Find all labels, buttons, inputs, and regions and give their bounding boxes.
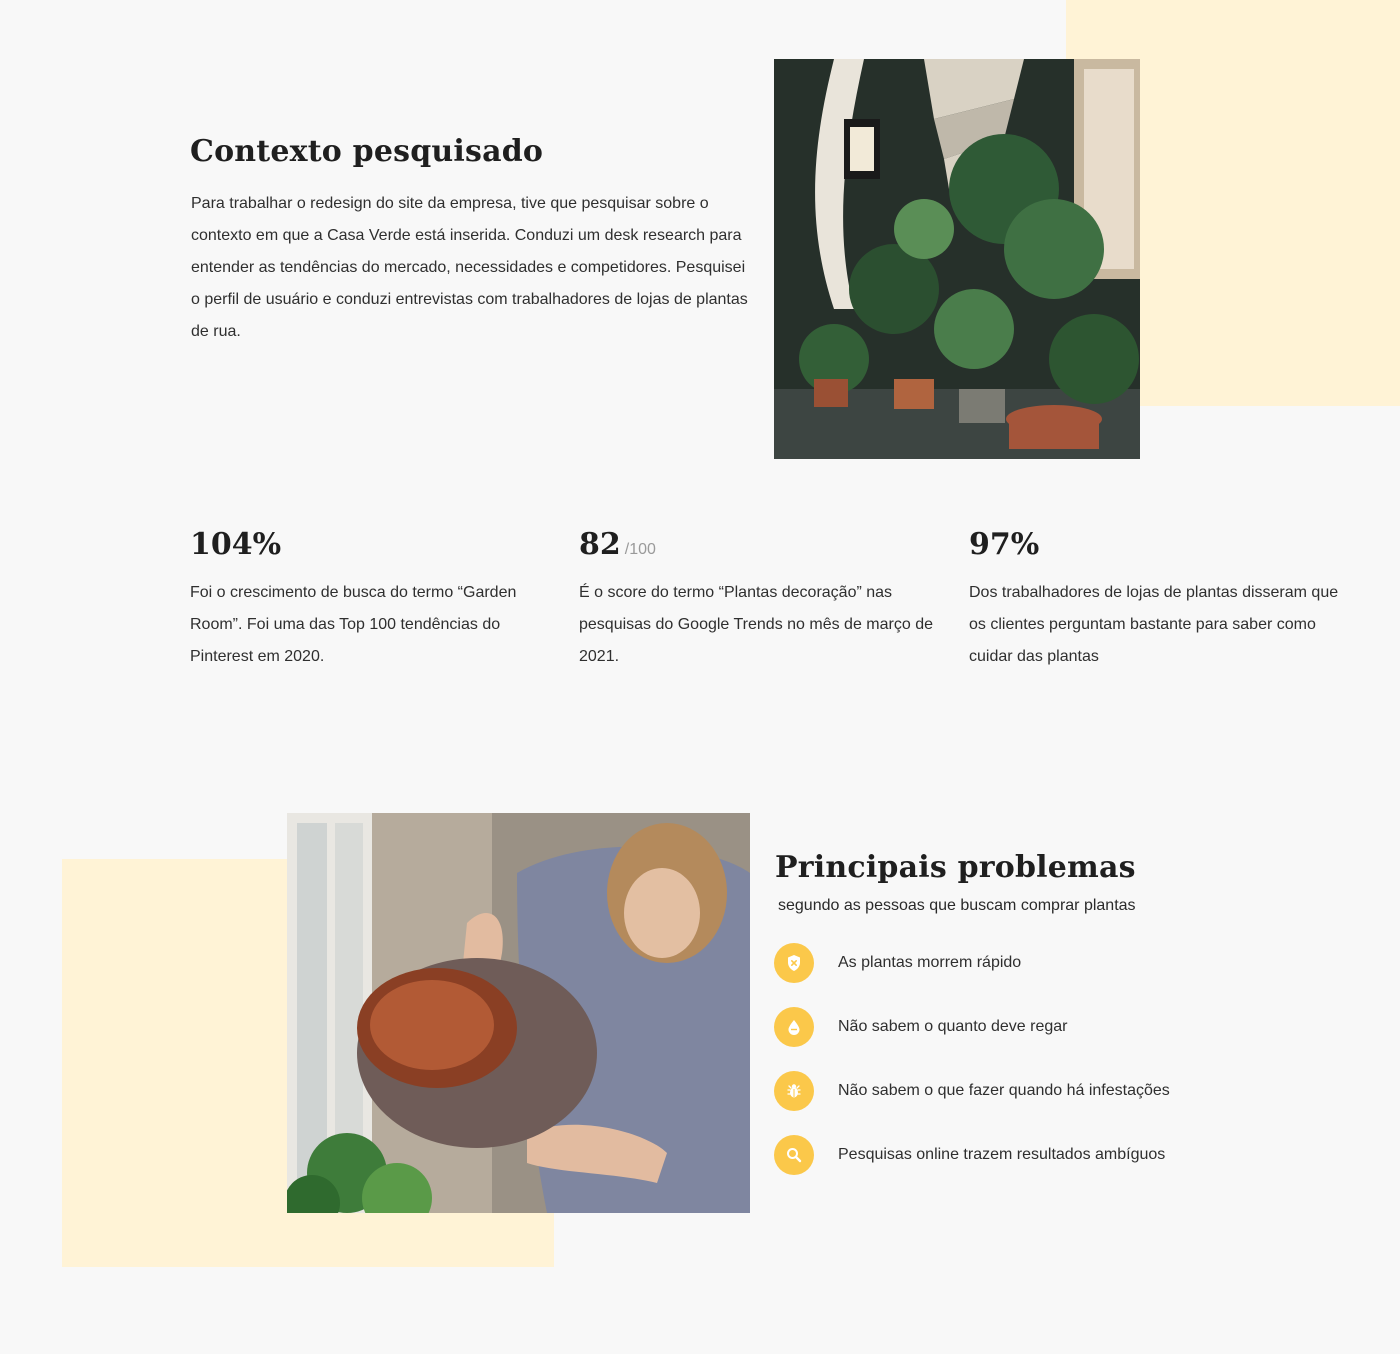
stat-value: 104% (190, 527, 560, 567)
list-item: Pesquisas online trazem resultados ambíg… (774, 1135, 1170, 1175)
bug-icon (774, 1071, 814, 1111)
stat-value: 82 /100 (579, 527, 949, 567)
plant-shop-photo (774, 59, 1140, 459)
problem-label: Não sabem o quanto deve regar (838, 1018, 1068, 1035)
problem-label: Não sabem o que fazer quando há infestaç… (838, 1082, 1170, 1099)
stat-description: Foi o crescimento de busca do termo “Gar… (190, 584, 517, 665)
problems-title: Principais problemas (775, 850, 1136, 885)
list-item: Não sabem o que fazer quando há infestaç… (774, 1071, 1170, 1111)
problem-label: As plantas morrem rápido (838, 954, 1022, 971)
stat-number: 82 (579, 527, 621, 562)
stat-suffix: /100 (624, 541, 656, 558)
stat-description: Dos trabalhadores de lojas de plantas di… (969, 584, 1339, 665)
problems-subtitle: segundo as pessoas que buscam comprar pl… (778, 897, 1136, 914)
watering-plant-photo (287, 813, 750, 1213)
stat-card: 97% Dos trabalhadores de lojas de planta… (969, 527, 1339, 673)
problems-list: As plantas morrem rápido Não sabem o qua… (774, 943, 1170, 1199)
stat-card: 104% Foi o crescimento de busca do termo… (190, 527, 560, 673)
shield-x-icon (774, 943, 814, 983)
search-icon (774, 1135, 814, 1175)
context-title: Contexto pesquisado (190, 134, 544, 169)
stat-number: 104% (190, 527, 282, 562)
list-item: As plantas morrem rápido (774, 943, 1170, 983)
stat-card: 82 /100 É o score do termo “Plantas deco… (579, 527, 949, 673)
stat-value: 97% (969, 527, 1339, 567)
water-drop-icon (774, 1007, 814, 1047)
stat-description: É o score do termo “Plantas decoração” n… (579, 584, 933, 665)
stat-number: 97% (969, 527, 1040, 562)
list-item: Não sabem o quanto deve regar (774, 1007, 1170, 1047)
problem-label: Pesquisas online trazem resultados ambíg… (838, 1146, 1166, 1163)
context-description: Para trabalhar o redesign do site da emp… (191, 195, 748, 340)
